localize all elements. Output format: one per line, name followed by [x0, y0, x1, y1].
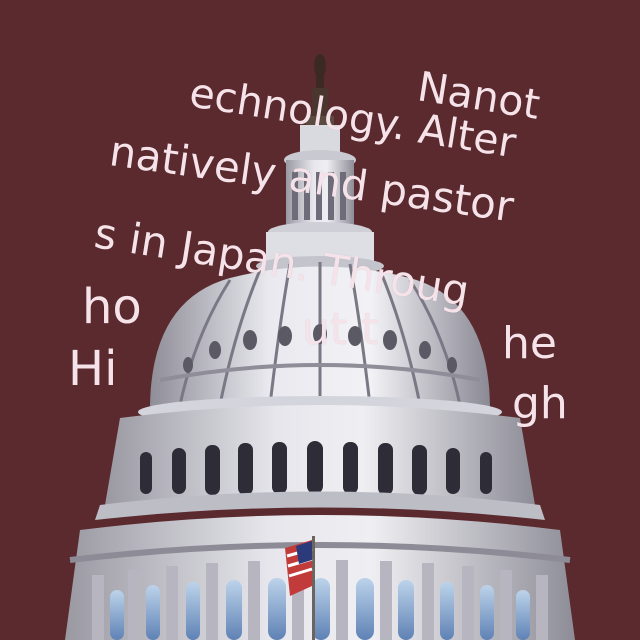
poster-canvas: Nanot echnology. Alter natively and past… — [0, 0, 640, 640]
peristyle — [65, 515, 575, 640]
text-fragment: Hi — [68, 341, 118, 397]
upper-drum — [95, 396, 545, 520]
text-fragment: he — [502, 318, 557, 369]
text-fragment: ho — [82, 279, 142, 335]
text-fragment: gh — [512, 378, 568, 429]
text-fragment: ut t — [302, 304, 379, 355]
